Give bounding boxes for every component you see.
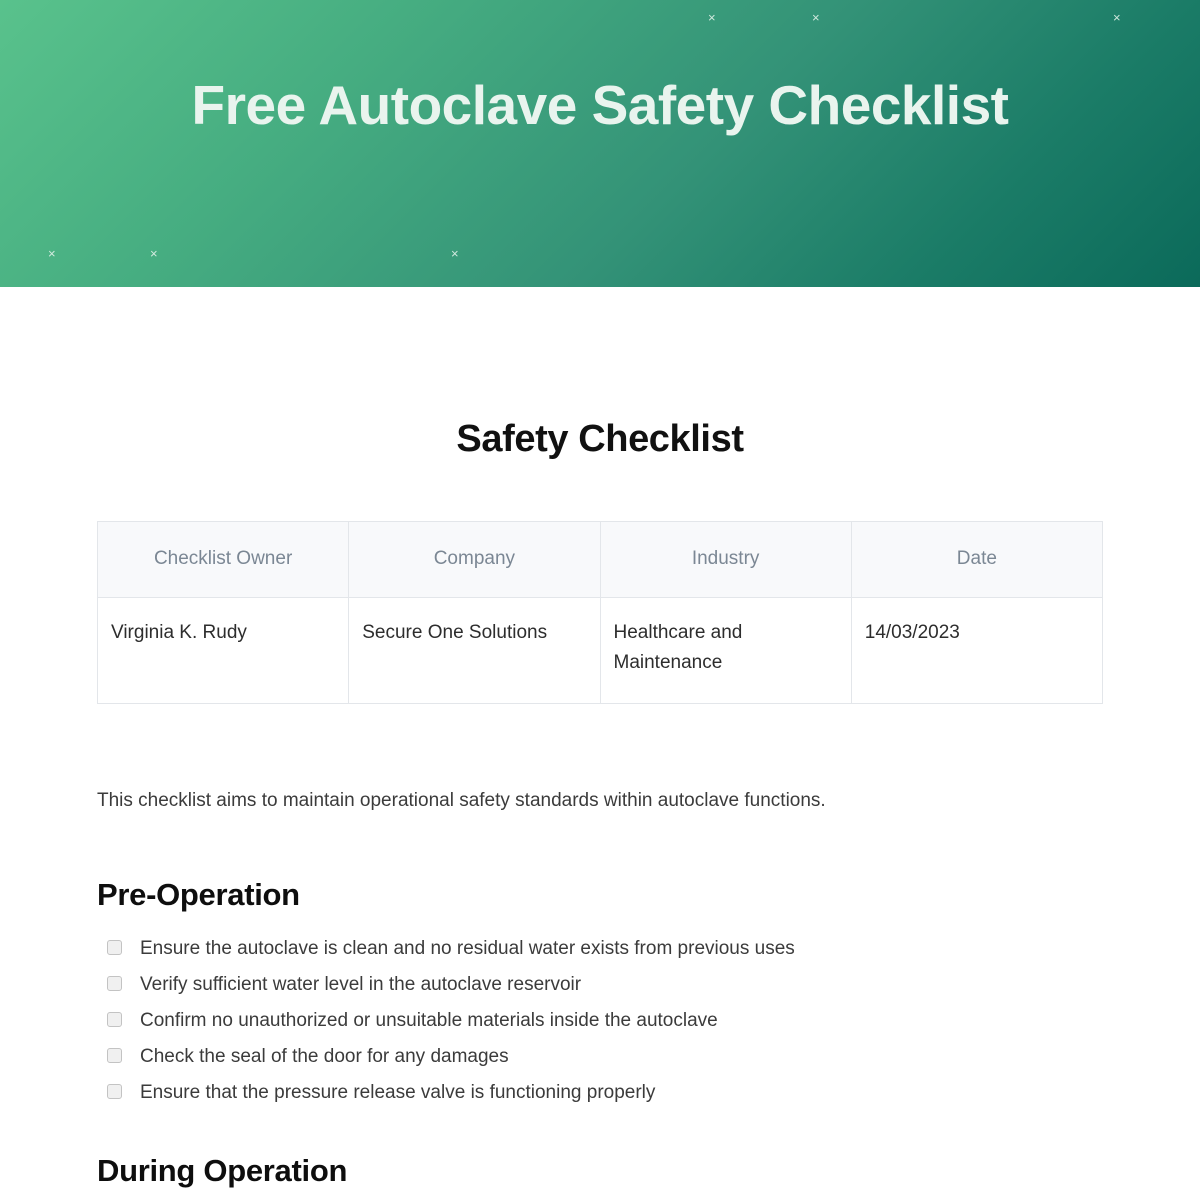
info-table-wrapper: Checklist Owner Company Industry Date Vi… [96,520,1104,705]
hero-title: Free Autoclave Safety Checklist [191,74,1009,136]
checklist-item-label: Ensure that the pressure release valve i… [140,1082,656,1104]
broken-image-bottom-1-icon: × [48,246,56,261]
section-heading-during-operation: During Operation [97,1153,348,1189]
checkbox-icon[interactable] [107,1011,122,1027]
list-item[interactable]: Ensure that the pressure release valve i… [107,1080,1103,1105]
broken-image-top-3-icon: × [1113,10,1121,25]
checkbox-icon[interactable] [107,1084,122,1100]
cell-date: 14/03/2023 [850,596,1104,705]
column-header-industry: Industry [599,520,852,598]
page-title: Safety Checklist [456,418,744,460]
checkbox-icon[interactable] [107,939,122,955]
broken-image-top-1-icon: × [708,10,716,25]
document-body: Safety Checklist Checklist Owner Company… [0,287,1200,1190]
list-item[interactable]: Confirm no unauthorized or unsuitable ma… [107,1008,1103,1033]
broken-image-bottom-3-icon: × [451,246,459,261]
list-item[interactable]: Verify sufficient water level in the aut… [107,972,1103,997]
column-header-company: Company [348,520,601,598]
cell-industry: Healthcare and Maintenance [599,596,852,705]
intro-paragraph: This checklist aims to maintain operatio… [97,790,826,812]
list-item[interactable]: Ensure the autoclave is clean and no res… [107,936,1103,961]
column-header-checklist-owner: Checklist Owner [96,520,350,598]
info-table-head: Checklist Owner Company Industry Date [96,520,1104,598]
checkbox-icon[interactable] [107,975,122,991]
section-pre-operation: Pre-Operation Ensure the autoclave is cl… [97,816,1103,1106]
checklist-item-label: Confirm no unauthorized or unsuitable ma… [140,1009,718,1031]
info-table-body: Virginia K. Rudy Secure One Solutions He… [96,596,1104,705]
checklist-info-table: Checklist Owner Company Industry Date Vi… [96,520,1104,705]
checklist-item-label: Verify sufficient water level in the aut… [140,973,582,995]
broken-image-bottom-2-icon: × [150,246,158,261]
cell-company: Secure One Solutions [348,596,601,705]
table-row: Virginia K. Rudy Secure One Solutions He… [96,596,1104,705]
column-header-date: Date [850,520,1104,598]
hero-banner: × × × × × × Free Autoclave Safety Checklist [0,0,1200,287]
cell-checklist-owner: Virginia K. Rudy [96,596,350,705]
checklist-item-label: Ensure the autoclave is clean and no res… [140,937,795,959]
broken-image-top-2-icon: × [812,10,820,25]
checkbox-icon[interactable] [107,1047,122,1063]
checklist-item-label: Check the seal of the door for any damag… [140,1045,509,1067]
list-item[interactable]: Check the seal of the door for any damag… [107,1044,1103,1069]
section-during-operation: During Operation [97,1116,1103,1189]
section-heading-pre-operation: Pre-Operation [97,876,300,912]
table-header-row: Checklist Owner Company Industry Date [96,520,1104,598]
checklist-pre-operation: Ensure the autoclave is clean and no res… [97,936,1103,1105]
